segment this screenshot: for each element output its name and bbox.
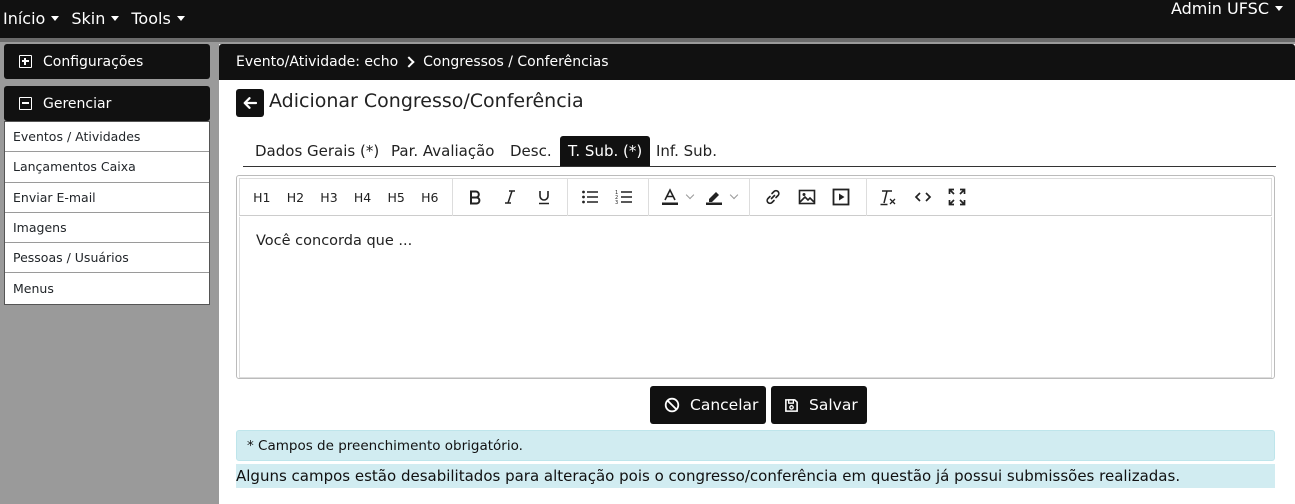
editor-content[interactable]: Você concorda que ... (239, 217, 1272, 378)
arrow-left-icon (243, 97, 258, 109)
sidebar-list: Eventos / Atividades Lançamentos Caixa E… (4, 121, 210, 305)
collapse-icon (19, 97, 32, 110)
clear-format-button[interactable] (869, 183, 907, 211)
save-icon (785, 398, 798, 412)
save-label: Salvar (809, 396, 858, 414)
chevron-down-icon (685, 190, 694, 200)
sidebar-item-menus[interactable]: Menus (5, 273, 209, 303)
top-nav-menu: Início Skin Tools (0, 0, 194, 36)
insert-video-button[interactable] (824, 183, 858, 211)
clear-format-icon (880, 190, 896, 206)
navbar-divider (0, 38, 1295, 42)
nav-skin-label: Skin (71, 8, 106, 28)
user-name: Admin UFSC (1170, 0, 1269, 18)
fullscreen-button[interactable] (939, 183, 975, 211)
expand-icon (19, 55, 32, 68)
nav-tools-menu[interactable]: Tools (131, 8, 185, 28)
toolbar-divider (647, 178, 649, 216)
fullscreen-icon (948, 188, 965, 206)
required-fields-notice: * Campos de preenchimento obrigatório. (236, 430, 1275, 461)
sidebar-item-lancamentos[interactable]: Lançamentos Caixa (5, 152, 209, 183)
cancel-icon (664, 397, 680, 413)
sidebar-item-imagens[interactable]: Imagens (5, 213, 209, 244)
toolbar-divider (566, 178, 568, 216)
breadcrumb-current: Congressos / Conferências (423, 54, 609, 70)
chevron-down-icon (729, 190, 738, 200)
cancel-button[interactable]: Cancelar (650, 386, 766, 424)
sidebar-configuracoes-label: Configurações (43, 53, 144, 70)
underline-icon (538, 191, 549, 205)
heading-4-button[interactable]: H4 (346, 183, 380, 211)
insert-image-button[interactable] (790, 183, 824, 211)
video-icon (832, 188, 849, 206)
nav-skin-menu[interactable]: Skin (71, 8, 120, 28)
toolbar-divider (865, 178, 867, 216)
underline-button[interactable] (527, 183, 561, 211)
toolbar-divider (451, 178, 453, 216)
main-panel: Evento/Atividade: echo Congressos / Conf… (219, 44, 1295, 504)
tab-par-avaliacao[interactable]: Par. Avaliação (391, 136, 494, 166)
numbered-list-icon: 123 (615, 190, 632, 205)
back-button[interactable] (236, 89, 264, 117)
text-color-button[interactable] (655, 183, 699, 211)
editor-toolbar: H1 H2 H3 H4 H5 H6 123 (239, 178, 1272, 216)
nav-inicio-menu[interactable]: Início (3, 8, 60, 28)
heading-2-button[interactable]: H2 (279, 183, 313, 211)
breadcrumb-event[interactable]: Evento/Atividade: echo (236, 54, 398, 70)
code-view-button[interactable] (907, 183, 939, 211)
cancel-label: Cancelar (690, 396, 759, 414)
image-icon (798, 189, 815, 205)
nav-tools-label: Tools (131, 8, 171, 28)
caret-down-icon (176, 15, 185, 21)
italic-icon (504, 190, 515, 204)
heading-1-button[interactable]: H1 (245, 183, 279, 211)
toolbar-divider (748, 178, 750, 216)
bold-icon (469, 190, 480, 205)
sidebar-item-eventos[interactable]: Eventos / Atividades (5, 122, 209, 153)
tab-bar: Dados Gerais (*) Par. Avaliação Desc. T.… (243, 136, 1276, 167)
caret-down-icon (111, 15, 120, 21)
sidebar-item-pessoas[interactable]: Pessoas / Usuários (5, 243, 209, 274)
page-title: Adicionar Congresso/Conferência (269, 90, 584, 112)
sidebar-gerenciar-header[interactable]: Gerenciar (4, 86, 210, 121)
heading-6-button[interactable]: H6 (413, 183, 447, 211)
rich-text-editor: H1 H2 H3 H4 H5 H6 123 Você concorda que … (236, 175, 1275, 379)
highlighter-icon (705, 192, 722, 205)
tab-inf-sub[interactable]: Inf. Sub. (656, 136, 717, 166)
bullet-list-icon (581, 190, 598, 204)
sidebar-gerenciar-label: Gerenciar (43, 95, 112, 112)
highlight-color-button[interactable] (699, 183, 743, 211)
sidebar-configuracoes-header[interactable]: Configurações (4, 44, 210, 79)
insert-link-button[interactable] (756, 183, 790, 211)
caret-down-icon (1275, 5, 1283, 11)
tab-t-sub[interactable]: T. Sub. (*) (560, 136, 651, 166)
sidebar-item-email[interactable]: Enviar E-mail (5, 183, 209, 213)
bold-button[interactable] (457, 183, 493, 211)
top-navbar: Início Skin Tools Admin UFSC (0, 0, 1295, 38)
italic-button[interactable] (493, 183, 527, 211)
tab-dados-gerais[interactable]: Dados Gerais (*) (255, 136, 379, 166)
breadcrumb: Evento/Atividade: echo Congressos / Conf… (219, 44, 1295, 80)
tab-desc[interactable]: Desc. (510, 136, 552, 166)
link-icon (765, 189, 780, 205)
save-button[interactable]: Salvar (771, 386, 867, 424)
user-menu[interactable]: Admin UFSC (1171, 0, 1283, 22)
caret-down-icon (51, 15, 60, 21)
heading-3-button[interactable]: H3 (312, 183, 346, 211)
bullet-list-button[interactable] (572, 183, 608, 211)
heading-5-button[interactable]: H5 (379, 183, 413, 211)
nav-inicio-label: Início (3, 8, 46, 28)
code-icon (914, 192, 931, 202)
disabled-fields-notice: Alguns campos estão desabilitados para a… (236, 464, 1275, 488)
numbered-list-button[interactable]: 123 (608, 183, 640, 211)
chevron-right-icon (403, 56, 415, 68)
svg-text:3: 3 (615, 200, 618, 205)
text-color-icon (661, 188, 678, 205)
